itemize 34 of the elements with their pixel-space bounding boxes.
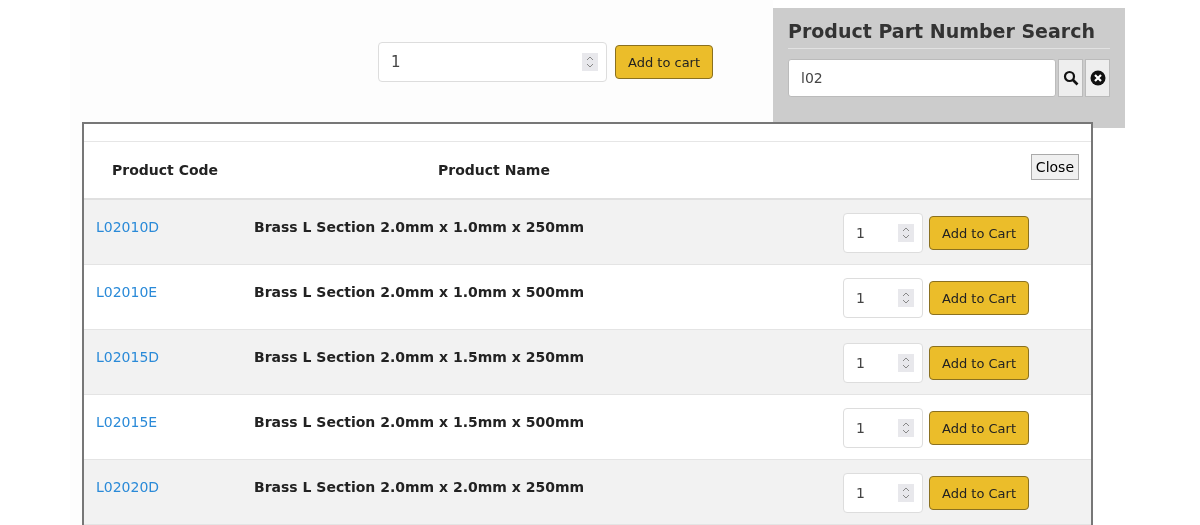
spinner-icon[interactable] xyxy=(898,419,914,437)
product-name: Brass L Section 2.0mm x 1.5mm x 250mm xyxy=(254,349,585,365)
quantity-field[interactable]: 1 xyxy=(843,343,923,383)
add-to-cart-button[interactable]: Add to Cart xyxy=(929,476,1029,510)
product-name: Brass L Section 2.0mm x 1.5mm x 500mm xyxy=(254,414,585,430)
product-name: Brass L Section 2.0mm x 1.0mm x 250mm xyxy=(254,219,585,235)
clear-icon xyxy=(1089,70,1106,86)
panel-title: Product Part Number Search xyxy=(788,20,1110,49)
quantity-field[interactable]: 1 xyxy=(843,473,923,513)
product-name: Brass L Section 2.0mm x 1.0mm x 500mm xyxy=(254,284,585,300)
search-button[interactable] xyxy=(1058,59,1083,97)
quantity-field[interactable]: 1 xyxy=(378,42,607,82)
product-name: Brass L Section 2.0mm x 2.0mm x 250mm xyxy=(254,479,585,495)
quantity-field[interactable]: 1 xyxy=(843,278,923,318)
add-to-cart-button[interactable]: Add to cart xyxy=(615,45,714,79)
add-to-cart-button[interactable]: Add to Cart xyxy=(929,346,1029,380)
quantity-field[interactable]: 1 xyxy=(843,408,923,448)
product-code-link[interactable]: L02015E xyxy=(96,414,158,430)
add-to-cart-button[interactable]: Add to Cart xyxy=(929,216,1029,250)
column-header: Product Code xyxy=(111,162,220,178)
search-icon xyxy=(1062,70,1079,86)
add-to-cart-button[interactable]: Add to Cart xyxy=(929,281,1029,315)
spinner-icon[interactable] xyxy=(582,53,598,71)
add-to-cart-button[interactable]: Add to Cart xyxy=(929,411,1029,445)
spinner-icon[interactable] xyxy=(898,224,914,242)
close-button[interactable]: Close xyxy=(1030,154,1079,180)
product-code-link[interactable]: L02010E xyxy=(96,284,158,300)
column-header: Product Name xyxy=(437,162,551,178)
spinner-icon[interactable] xyxy=(898,289,914,307)
quantity-field[interactable]: 1 xyxy=(843,213,923,253)
clear-button[interactable] xyxy=(1085,59,1110,97)
search-field[interactable]: l02 xyxy=(788,59,1056,97)
spinner-icon[interactable] xyxy=(898,354,914,372)
spinner-icon[interactable] xyxy=(898,484,914,502)
